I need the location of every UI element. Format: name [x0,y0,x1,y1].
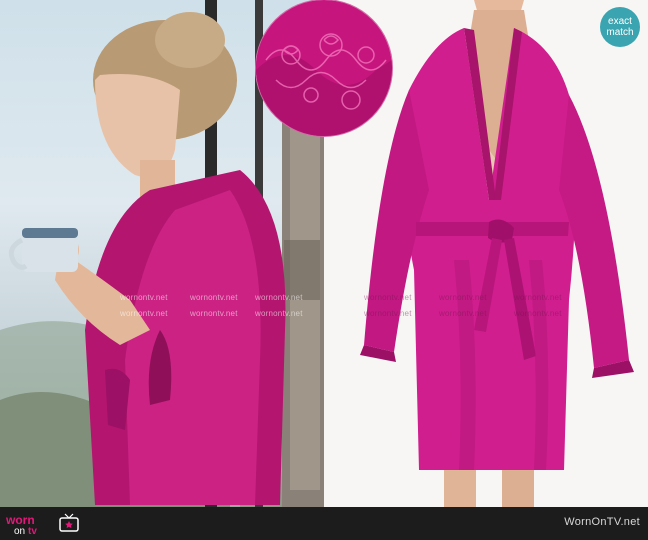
badge-line1: exact [608,16,632,27]
watermark-text: wornontv.net [190,309,238,318]
tv-icon [59,513,79,532]
watermark-text: wornontv.net [364,309,412,318]
page: wornontv.net wornontv.net wornontv.net w… [0,0,648,540]
badge-line2: match [606,27,634,38]
exact-match-badge: exact match [600,7,640,47]
watermark-text: wornontv.net [190,293,238,302]
logo-on: on [14,526,25,536]
watermark-text: wornontv.net [364,293,412,302]
logo-tv: tv [28,526,37,536]
watermark-text: wornontv.net [120,309,168,318]
logo-worn: worn [5,513,35,527]
wornontv-logo: worn on tv [5,513,79,536]
watermark-text: wornontv.net [120,293,168,302]
lace-detail-zoom [256,0,392,136]
watermark-text: wornontv.net [439,293,487,302]
footer-bar: worn on tv WornOnTV.net [0,507,648,540]
watermark-text: wornontv.net [255,309,303,318]
site-name: WornOnTV.net [564,516,640,528]
watermark-text: wornontv.net [439,309,487,318]
watermark-text: wornontv.net [514,309,562,318]
watermark-text: wornontv.net [255,293,303,302]
watermark-text: wornontv.net [514,293,562,302]
lace-detail-illustration [256,0,392,136]
